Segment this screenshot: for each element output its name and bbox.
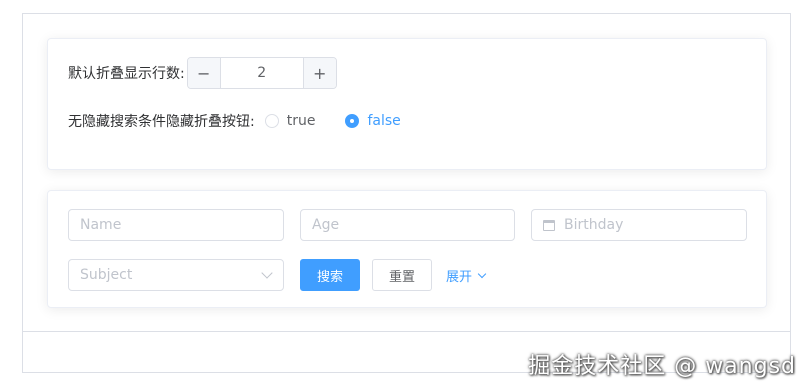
subject-placeholder: Subject (80, 267, 133, 283)
expand-link[interactable]: 展开 (446, 259, 487, 291)
age-input[interactable]: Age (300, 209, 515, 241)
radio-true[interactable]: true (264, 113, 316, 129)
age-placeholder: Age (312, 217, 340, 233)
decrease-button[interactable]: − (187, 58, 221, 88)
name-placeholder: Name (80, 217, 122, 233)
radio-circle-icon (264, 114, 279, 128)
hide-button-label: 无隐藏搜索条件隐藏折叠按钮: (68, 114, 255, 130)
container-divider (23, 331, 790, 332)
birthday-placeholder: Birthday (564, 217, 624, 233)
rows-label: 默认折叠显示行数: (68, 66, 185, 82)
settings-card: 默认折叠显示行数: − 2 + 无隐藏搜索条件隐藏折叠按钮: true fals… (47, 38, 767, 170)
rows-setting: 默认折叠显示行数: − 2 + (68, 57, 337, 89)
rows-stepper-value[interactable]: 2 (221, 58, 303, 88)
calendar-icon (543, 219, 555, 231)
chevron-down-icon (261, 267, 273, 279)
demo-container: 默认折叠显示行数: − 2 + 无隐藏搜索条件隐藏折叠按钮: true fals… (22, 13, 791, 373)
subject-select[interactable]: Subject (68, 259, 284, 291)
radio-false-label: false (367, 113, 401, 129)
reset-button[interactable]: 重置 (372, 259, 432, 291)
name-input[interactable]: Name (68, 209, 284, 241)
radio-false[interactable]: false (345, 113, 401, 129)
search-button[interactable]: 搜索 (300, 259, 360, 291)
birthday-date-picker[interactable]: Birthday (531, 209, 747, 241)
hide-button-setting: 无隐藏搜索条件隐藏折叠按钮: true false (68, 105, 421, 137)
rows-stepper: − 2 + (186, 57, 337, 89)
radio-true-label: true (286, 113, 316, 129)
search-form-card: Name Age Birthday Subject 搜索 重置 展开 (47, 190, 767, 308)
watermark: 掘金技术社区 @ wangsd (528, 354, 796, 379)
chevron-down-icon (477, 269, 487, 278)
radio-circle-checked-icon (345, 114, 360, 128)
increase-button[interactable]: + (302, 58, 336, 88)
expand-label: 展开 (446, 269, 473, 285)
